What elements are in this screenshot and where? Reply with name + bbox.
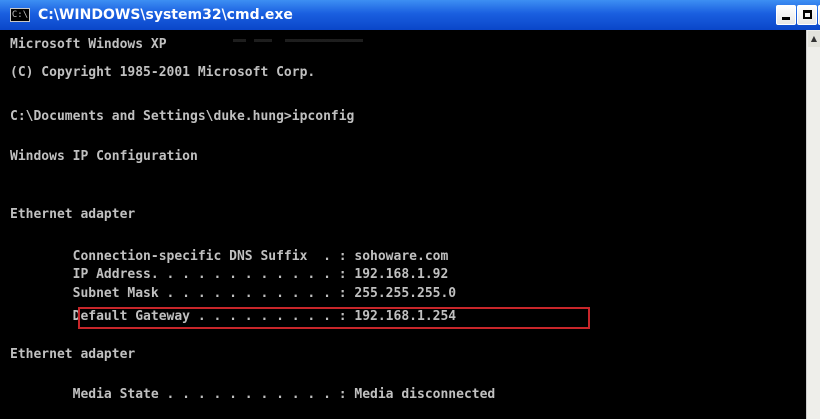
console-line: (C) Copyright 1985-2001 Microsoft Corp.: [10, 65, 316, 80]
console-line: C:\Documents and Settings\duke.hung>ipco…: [10, 109, 355, 124]
console-line: Ethernet adapter: [10, 207, 136, 222]
title-bar[interactable]: C:\ C:\WINDOWS\system32\cmd.exe ×: [0, 0, 820, 30]
vertical-scrollbar[interactable]: ▲: [806, 30, 820, 419]
default-gateway-highlight: [78, 307, 590, 329]
console-line: Connection-specific DNS Suffix . : sohow…: [10, 249, 449, 264]
screen-artifact: [233, 39, 363, 42]
window-title: C:\WINDOWS\system32\cmd.exe: [38, 7, 293, 23]
console-output[interactable]: Microsoft Windows XP (C) Copyright 1985-…: [0, 30, 805, 419]
console-line: Media State . . . . . . . . . . . : Medi…: [10, 387, 496, 402]
minimize-icon: [782, 17, 790, 20]
cmd-icon[interactable]: C:\: [10, 8, 30, 22]
scroll-up-arrow-icon[interactable]: ▲: [808, 31, 820, 47]
maximize-icon: [802, 10, 812, 19]
minimize-button[interactable]: [776, 5, 796, 25]
console-line: Ethernet adapter: [10, 347, 136, 362]
console-line: Subnet Mask . . . . . . . . . . . : 255.…: [10, 286, 457, 301]
maximize-button[interactable]: [797, 5, 817, 25]
console-line: Microsoft Windows XP: [10, 37, 167, 52]
console-line: Windows IP Configuration: [10, 149, 198, 164]
command-prompt-window: C:\ C:\WINDOWS\system32\cmd.exe × Micros…: [0, 0, 820, 419]
console-line: IP Address. . . . . . . . . . . . : 192.…: [10, 267, 449, 282]
